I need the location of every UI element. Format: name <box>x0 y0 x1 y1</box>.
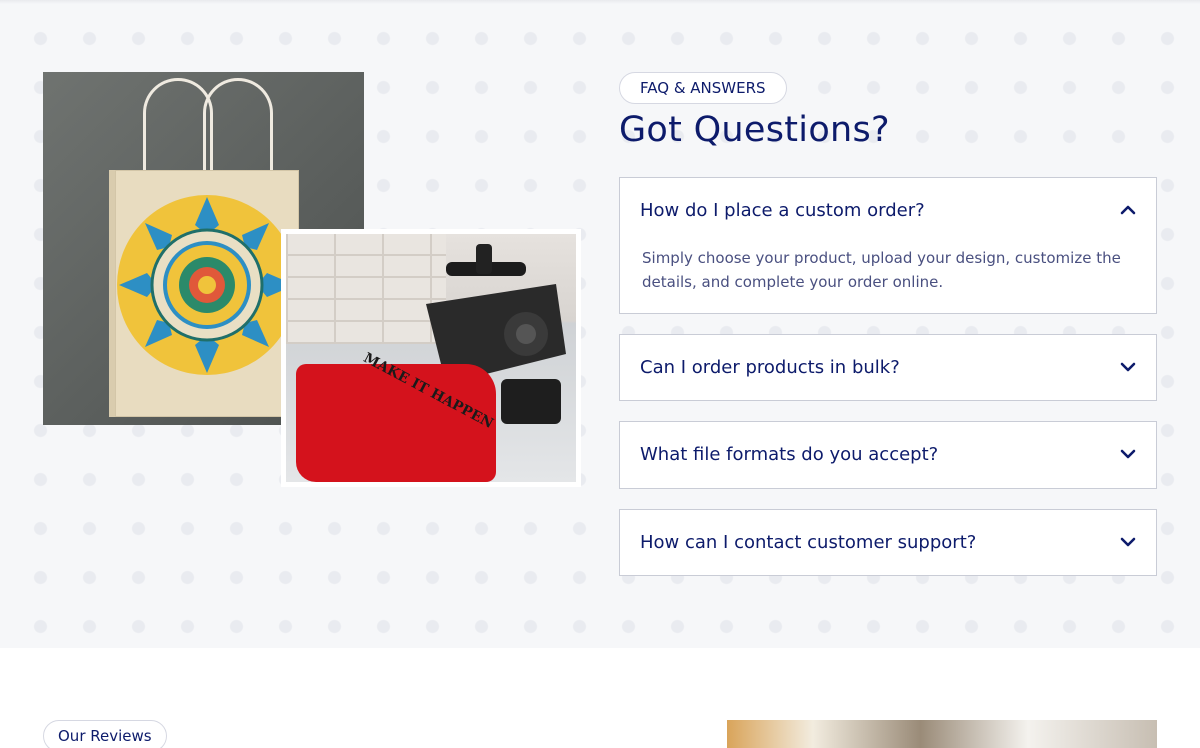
chevron-up-icon <box>1120 205 1136 215</box>
bag-body <box>114 169 300 418</box>
faq-item: What file formats do you accept? <box>619 421 1157 489</box>
faq-question-toggle[interactable]: How do I place a custom order? <box>620 178 1156 242</box>
faq-question-toggle[interactable]: How can I contact customer support? <box>620 510 1156 574</box>
mandala-pattern <box>114 169 300 418</box>
faq-item: How do I place a custom order? Simply ch… <box>619 177 1157 314</box>
section-divider <box>0 0 1200 4</box>
faq-question-text: How can I contact customer support? <box>640 531 977 553</box>
reviews-badge: Our Reviews <box>43 720 167 748</box>
reviews-image <box>727 720 1157 748</box>
faq-badge: FAQ & ANSWERS <box>619 72 787 104</box>
chevron-down-icon <box>1120 449 1136 459</box>
faq-question-text: How do I place a custom order? <box>640 199 925 221</box>
faq-answer-text: Simply choose your product, upload your … <box>642 249 1121 291</box>
faq-section: MAKE IT HAPPEN FAQ & ANSWERS Got Questio… <box>0 0 1200 648</box>
heat-press-photo: MAKE IT HAPPEN <box>286 234 576 482</box>
chevron-down-icon <box>1120 537 1136 547</box>
faq-question-text: What file formats do you accept? <box>640 443 939 465</box>
faq-question-text: Can I order products in bulk? <box>640 356 900 378</box>
faq-title: Got Questions? <box>619 110 890 150</box>
faq-item: Can I order products in bulk? <box>619 334 1157 401</box>
faq-item: How can I contact customer support? <box>619 509 1157 576</box>
chevron-down-icon <box>1120 362 1136 372</box>
faq-question-toggle[interactable]: What file formats do you accept? <box>620 422 1156 486</box>
faq-question-toggle[interactable]: Can I order products in bulk? <box>620 335 1156 399</box>
heat-press-image: MAKE IT HAPPEN <box>281 229 581 487</box>
